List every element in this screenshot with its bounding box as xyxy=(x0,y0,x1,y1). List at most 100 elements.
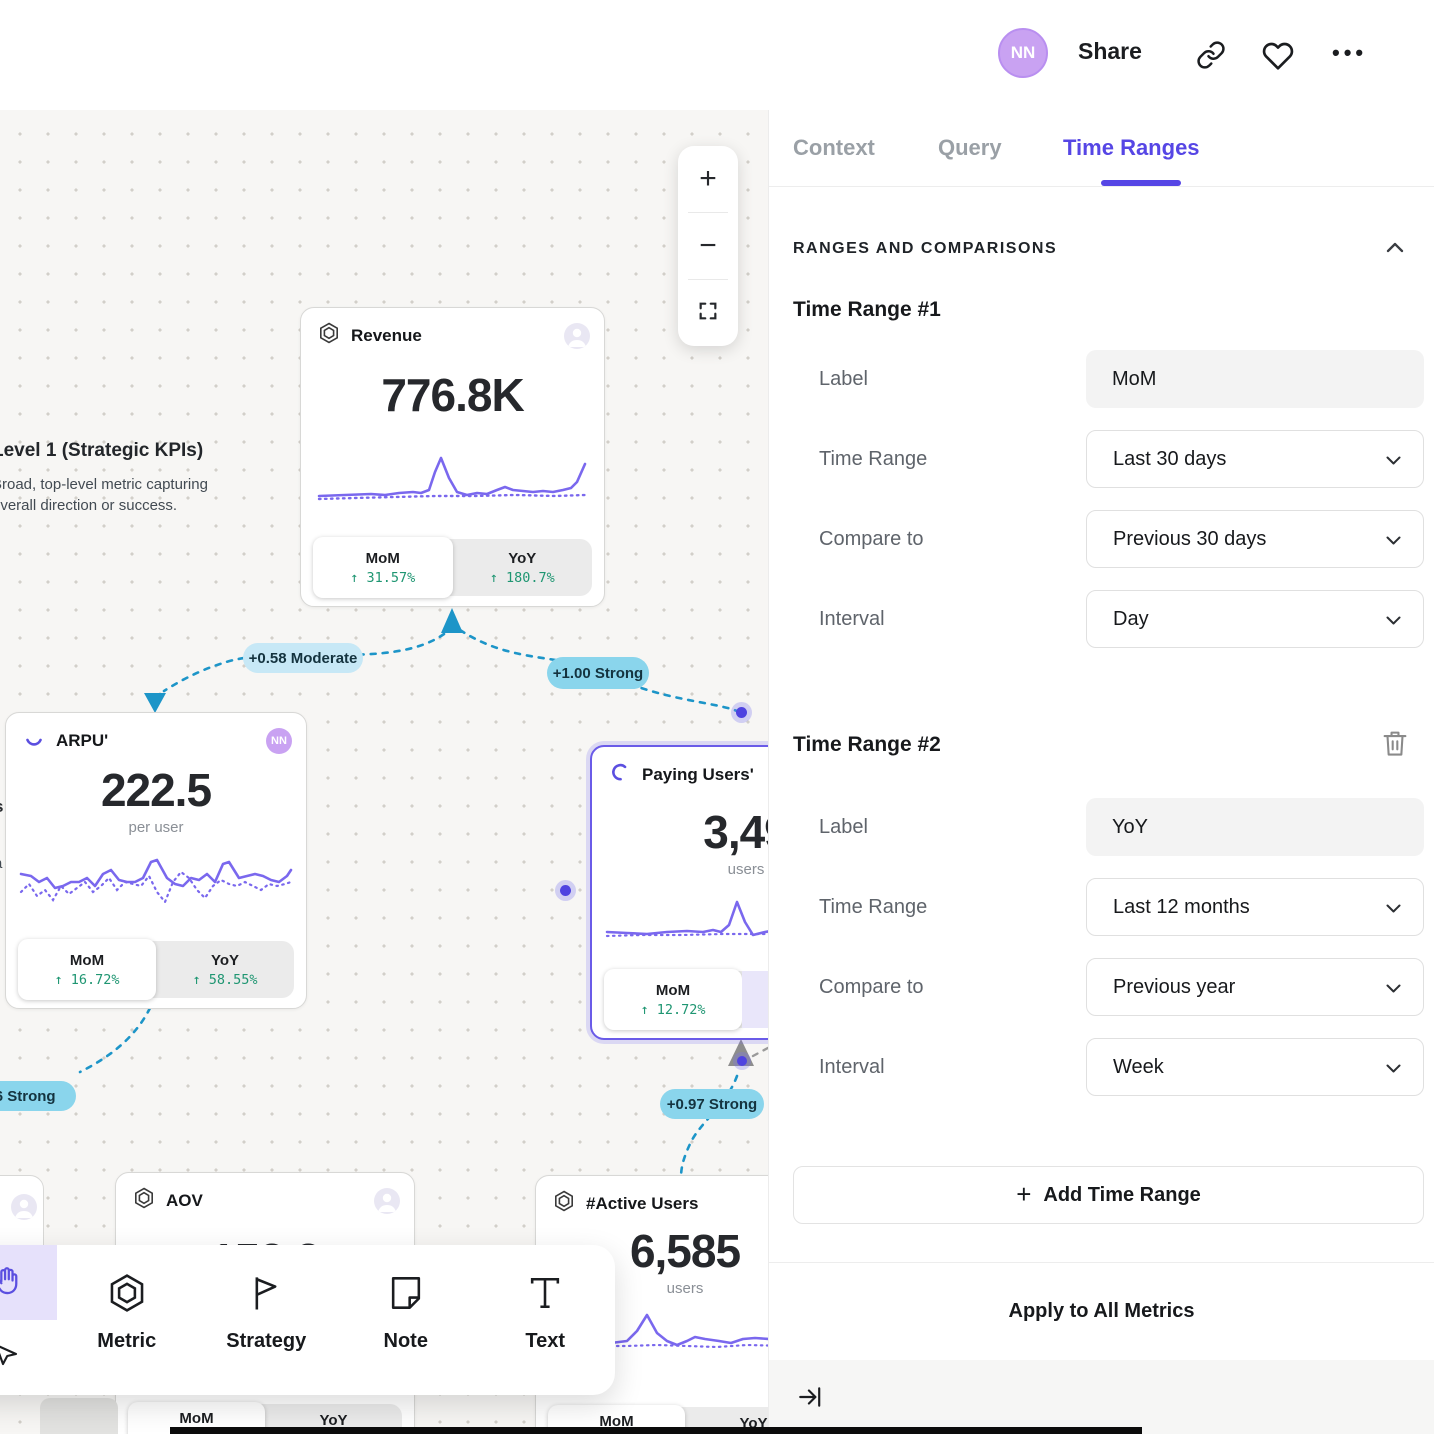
time-range-1-title: Time Range #1 xyxy=(793,298,941,322)
toggle-value: ↑ 180.7% xyxy=(490,570,555,586)
tab-context[interactable]: Context xyxy=(793,135,875,161)
compare-to-select[interactable]: Previous year xyxy=(1086,958,1424,1016)
select-value: Last 12 months xyxy=(1113,896,1250,919)
fit-screen-icon xyxy=(697,296,719,330)
metric-card-paying-users[interactable]: Paying Users' 3,49 users MoM ↑ 12.72% xyxy=(590,745,768,1040)
toggle-mom[interactable]: MoM ↑ 31.57% xyxy=(313,537,453,598)
edge-badge-paying-active[interactable]: +0.97 Strong xyxy=(660,1089,764,1119)
tab-time-ranges[interactable]: Time Ranges xyxy=(1063,135,1200,161)
chevron-up-icon[interactable] xyxy=(1386,240,1404,258)
select-tool-button[interactable] xyxy=(0,1320,57,1395)
add-time-range-button[interactable]: + Add Time Range xyxy=(793,1166,1424,1224)
metric-unit: users xyxy=(592,861,768,878)
label-input[interactable]: MoM xyxy=(1086,350,1424,408)
chevron-down-icon xyxy=(1386,1056,1401,1079)
card-title: #Active Users xyxy=(586,1194,768,1214)
apply-all-metrics-button[interactable]: Apply to All Metrics xyxy=(769,1262,1434,1360)
select-value: Week xyxy=(1113,1056,1164,1079)
metric-hexagon-icon xyxy=(317,321,341,350)
add-strategy-button[interactable]: Strategy xyxy=(197,1245,337,1395)
toggle-label: MoM xyxy=(656,982,690,999)
panel-footer xyxy=(769,1360,1434,1434)
comparison-toggle: MoM ↑ 31.57% YoY ↑ 180.7% xyxy=(313,539,592,596)
metric-value: 3,49 xyxy=(592,805,768,859)
field-label: Compare to xyxy=(819,958,1079,1016)
edge-handle-dot[interactable] xyxy=(737,1056,747,1066)
add-note-button[interactable]: Note xyxy=(336,1245,476,1395)
toggle-yoy[interactable] xyxy=(742,971,768,1028)
toggle-yoy-partial[interactable] xyxy=(40,1398,118,1434)
metric-card-arpu[interactable]: ARPU' NN 222.5 per user MoM ↑ 16.72% YoY… xyxy=(5,712,307,1009)
field-label: Compare to xyxy=(819,510,1079,568)
select-value: Day xyxy=(1113,608,1149,631)
edge-badge-revenue-paying-users[interactable]: +1.00 Strong xyxy=(547,657,649,689)
select-value: Previous year xyxy=(1113,976,1235,999)
chevron-down-icon xyxy=(1386,976,1401,999)
sparkline xyxy=(17,848,295,922)
compare-to-select[interactable]: Previous 30 days xyxy=(1086,510,1424,568)
interval-select[interactable]: Week xyxy=(1086,1038,1424,1096)
share-button[interactable]: Share xyxy=(1078,38,1142,65)
toggle-value: ↑ 16.72% xyxy=(54,972,119,988)
toggle-mom[interactable]: MoM ↑ 16.72% xyxy=(18,939,156,1000)
level-note: Level 1 (Strategic KPIs) Broad, top-leve… xyxy=(0,440,244,516)
top-bar: NN Share ••• xyxy=(0,0,1434,110)
toggle-label: MoM xyxy=(366,550,400,567)
metric-hexagon-icon xyxy=(132,1186,156,1215)
sparkline xyxy=(315,450,591,506)
chevron-down-icon xyxy=(1386,608,1401,631)
add-metric-button[interactable]: Metric xyxy=(57,1245,197,1395)
tool-items: Metric Strategy No xyxy=(57,1245,615,1395)
select-value: Previous 30 days xyxy=(1113,528,1266,551)
time-range-select[interactable]: Last 30 days xyxy=(1086,430,1424,488)
more-options-button[interactable]: ••• xyxy=(1332,40,1367,66)
toggle-yoy[interactable]: YoY ↑ 58.55% xyxy=(156,941,294,998)
toggle-mom[interactable]: MoM ↑ 12.72% xyxy=(604,969,742,1030)
loading-spinner-icon xyxy=(608,760,632,789)
clipped-text-fragment: s xyxy=(0,797,3,817)
cursor-icon xyxy=(0,1340,21,1375)
toggle-value: ↑ 58.55% xyxy=(192,972,257,988)
zoom-in-button[interactable]: + xyxy=(678,146,738,212)
delete-time-range-button[interactable] xyxy=(1381,728,1409,758)
card-title: ARPU' xyxy=(56,731,256,751)
metric-tree-canvas[interactable]: +0.58 Moderate +1.00 Strong +0.97 Strong… xyxy=(0,110,768,1434)
pan-tool-button[interactable] xyxy=(0,1245,57,1320)
label-input[interactable]: YoY xyxy=(1086,798,1424,856)
chevron-down-icon xyxy=(1386,528,1401,551)
metric-hexagon-icon xyxy=(552,1189,576,1218)
favorite-heart-icon[interactable] xyxy=(1262,40,1292,70)
edge-badge-arpu-left[interactable]: 66 Strong xyxy=(0,1081,76,1111)
tab-query[interactable]: Query xyxy=(938,135,1002,161)
zoom-out-button[interactable]: − xyxy=(678,213,738,279)
interval-select[interactable]: Day xyxy=(1086,590,1424,648)
toggle-label: MoM xyxy=(179,1410,213,1427)
metric-value: 776.8K xyxy=(301,368,604,422)
section-title: RANGES AND COMPARISONS xyxy=(793,240,1386,258)
collapse-panel-icon[interactable] xyxy=(797,1384,823,1415)
user-avatar[interactable]: NN xyxy=(998,28,1048,78)
zoom-controls: + − xyxy=(678,146,738,346)
metric-card-revenue[interactable]: Revenue 776.8K MoM ↑ 31.57% YoY ↑ 180.7% xyxy=(300,307,605,607)
edge-badge-revenue-arpu[interactable]: +0.58 Moderate xyxy=(243,643,363,673)
owner-avatar-nn: NN xyxy=(266,728,292,754)
add-text-button[interactable]: Text xyxy=(476,1245,616,1395)
time-range-2-title: Time Range #2 xyxy=(793,733,941,757)
canvas-toolbar: Metric Strategy No xyxy=(0,1245,615,1395)
edge-handle-dot[interactable] xyxy=(560,885,571,896)
field-label: Label xyxy=(819,350,1079,408)
edge-handle-dot[interactable] xyxy=(736,707,747,718)
level-note-title: Level 1 (Strategic KPIs) xyxy=(0,440,244,462)
level-note-body: Broad, top-level metric capturing overal… xyxy=(0,474,244,516)
metric-hexagon-icon xyxy=(105,1271,149,1320)
fit-screen-button[interactable] xyxy=(678,280,738,346)
field-label: Time Range xyxy=(819,878,1079,936)
time-range-select[interactable]: Last 12 months xyxy=(1086,878,1424,936)
flag-icon xyxy=(244,1271,288,1320)
comparison-toggle: MoM ↑ 16.72% YoY ↑ 58.55% xyxy=(18,941,294,998)
owner-avatar xyxy=(11,1194,37,1220)
tool-mode-column xyxy=(0,1245,57,1395)
plus-icon: + xyxy=(1016,1179,1031,1210)
copy-link-icon[interactable] xyxy=(1196,40,1226,70)
toggle-yoy[interactable]: YoY ↑ 180.7% xyxy=(453,539,593,596)
